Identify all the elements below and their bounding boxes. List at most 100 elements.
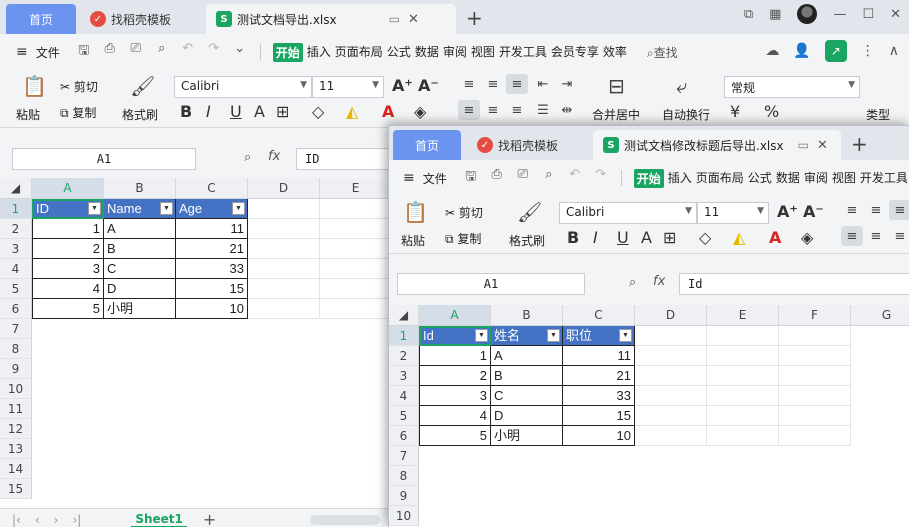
collapse-icon[interactable]: ∧ — [889, 43, 899, 59]
save-icon[interactable]: 🖫 — [76, 41, 92, 63]
add-sheet-icon[interactable]: + — [203, 510, 216, 527]
table-cell[interactable]: 4 — [32, 279, 104, 299]
row-header[interactable]: 12 — [0, 419, 31, 439]
empty-cell[interactable] — [320, 279, 392, 299]
select-all-corner[interactable]: ◢ — [0, 178, 32, 198]
empty-cell[interactable] — [635, 326, 707, 346]
increase-font-icon[interactable]: A⁺ — [777, 202, 798, 221]
font-size-select[interactable]: 11 ▼ — [697, 202, 769, 224]
tab-view[interactable]: 视图 — [832, 169, 856, 188]
brush-icon[interactable]: 🖌 — [130, 74, 155, 98]
formula-input[interactable]: ID — [296, 148, 396, 170]
empty-cell[interactable] — [635, 426, 707, 446]
cell-c1[interactable]: 职位 ▼ — [563, 326, 635, 346]
column-header[interactable]: E — [707, 305, 779, 325]
layout-icon[interactable]: ⧉ — [744, 7, 753, 22]
cloud-icon[interactable]: ☁ — [765, 43, 779, 59]
text-effect-icon[interactable]: A — [254, 102, 265, 121]
align-top-icon[interactable]: ≡ — [841, 200, 863, 220]
more-icon[interactable]: ⋮ — [861, 43, 875, 59]
decrease-font-icon[interactable]: A⁻ — [803, 202, 824, 221]
merge-center-button[interactable]: 合并居中 — [592, 106, 640, 123]
table-cell[interactable]: 1 — [419, 346, 491, 366]
table-cell[interactable]: 3 — [419, 386, 491, 406]
row-header[interactable]: 7 — [389, 446, 418, 466]
row-header[interactable]: 8 — [389, 466, 418, 486]
empty-cell[interactable] — [779, 406, 851, 426]
table-cell[interactable]: 21 — [563, 366, 635, 386]
avatar[interactable] — [797, 4, 818, 24]
justify-icon[interactable]: ☰ — [532, 100, 554, 120]
table-cell[interactable]: 小明 — [491, 426, 563, 446]
empty-cell[interactable] — [707, 366, 779, 386]
row-header[interactable]: 10 — [0, 379, 31, 399]
column-header[interactable]: D — [635, 305, 707, 325]
row-header[interactable]: 1 — [389, 326, 418, 346]
table-cell[interactable]: 5 — [32, 299, 104, 319]
table-cell[interactable]: 10 — [563, 426, 635, 446]
clear-icon[interactable]: ◈ — [414, 102, 426, 121]
empty-cell[interactable] — [779, 366, 851, 386]
italic-icon[interactable]: I — [206, 102, 211, 121]
row-header[interactable]: 5 — [0, 279, 31, 299]
share-icon[interactable]: ↗ — [824, 40, 847, 62]
row-header[interactable]: 2 — [0, 219, 31, 239]
prev-sheet-icon[interactable]: ‹ — [35, 513, 40, 527]
empty-cell[interactable] — [248, 279, 320, 299]
border-icon[interactable]: ⊞ — [663, 228, 676, 247]
highlight-icon[interactable]: ◭ — [733, 228, 745, 247]
table-cell[interactable]: 小明 — [104, 299, 176, 319]
decrease-font-icon[interactable]: A⁻ — [418, 76, 439, 95]
filter-dropdown-icon[interactable]: ▼ — [232, 202, 245, 215]
paste-button[interactable]: 粘贴 — [16, 106, 40, 123]
empty-cell[interactable] — [635, 406, 707, 426]
undo-icon[interactable]: ↶ — [180, 41, 196, 63]
row-header[interactable]: 9 — [0, 359, 31, 379]
empty-cell[interactable] — [320, 259, 392, 279]
format-painter-button[interactable]: 格式刷 — [122, 106, 158, 123]
tab-efficiency[interactable]: 效率 — [603, 43, 627, 62]
filter-dropdown-icon[interactable]: ▼ — [547, 329, 560, 342]
print-preview-icon[interactable]: ⌕ — [154, 41, 170, 63]
cell-a1[interactable]: ID ▼ — [32, 199, 104, 219]
cell-d1[interactable] — [248, 199, 320, 219]
table-cell[interactable]: 5 — [419, 426, 491, 446]
paste-button[interactable]: 粘贴 — [401, 232, 425, 249]
tab-insert[interactable]: 插入 — [307, 43, 331, 62]
select-all-corner[interactable]: ◢ — [389, 305, 419, 325]
column-header[interactable]: E — [320, 178, 392, 198]
sheet-tab-sheet1[interactable]: Sheet1 — [131, 512, 187, 527]
empty-cell[interactable] — [707, 326, 779, 346]
table-cell[interactable]: 11 — [563, 346, 635, 366]
column-header[interactable]: A — [419, 305, 491, 325]
table-cell[interactable]: 4 — [419, 406, 491, 426]
align-middle-icon[interactable]: ≡ — [482, 74, 504, 94]
wrap-text-button[interactable]: 自动换行 — [662, 106, 710, 123]
empty-cell[interactable] — [779, 426, 851, 446]
row-header[interactable]: 15 — [0, 479, 31, 499]
table-cell[interactable]: A — [104, 219, 176, 239]
row-header[interactable]: 1 — [0, 199, 31, 219]
distribute-icon[interactable]: ⇹ — [556, 100, 578, 120]
row-header[interactable]: 11 — [0, 399, 31, 419]
underline-icon[interactable]: U — [617, 228, 629, 247]
table-cell[interactable]: 33 — [176, 259, 248, 279]
column-header[interactable]: C — [563, 305, 635, 325]
row-header[interactable]: 2 — [389, 346, 418, 366]
tab-popout-icon[interactable]: ▭ — [798, 138, 809, 152]
redo-icon[interactable]: ↷ — [593, 167, 609, 189]
row-header[interactable]: 14 — [0, 459, 31, 479]
empty-cell[interactable] — [707, 426, 779, 446]
filter-dropdown-icon[interactable]: ▼ — [160, 202, 173, 215]
tab-formulas[interactable]: 公式 — [748, 169, 772, 188]
format-painter-button[interactable]: 格式刷 — [509, 232, 545, 249]
copy-button[interactable]: ⧉ 复制 — [60, 104, 96, 121]
column-header[interactable]: B — [104, 178, 176, 198]
bold-icon[interactable]: B — [180, 102, 192, 121]
clear-icon[interactable]: ◈ — [801, 228, 813, 247]
font-size-select[interactable]: 11 ▼ — [312, 76, 384, 98]
column-header[interactable]: B — [491, 305, 563, 325]
currency-icon[interactable]: ¥ — [730, 102, 740, 121]
tab-popout-icon[interactable]: ▭ — [389, 12, 400, 26]
fx-icon[interactable]: fx — [268, 149, 280, 164]
